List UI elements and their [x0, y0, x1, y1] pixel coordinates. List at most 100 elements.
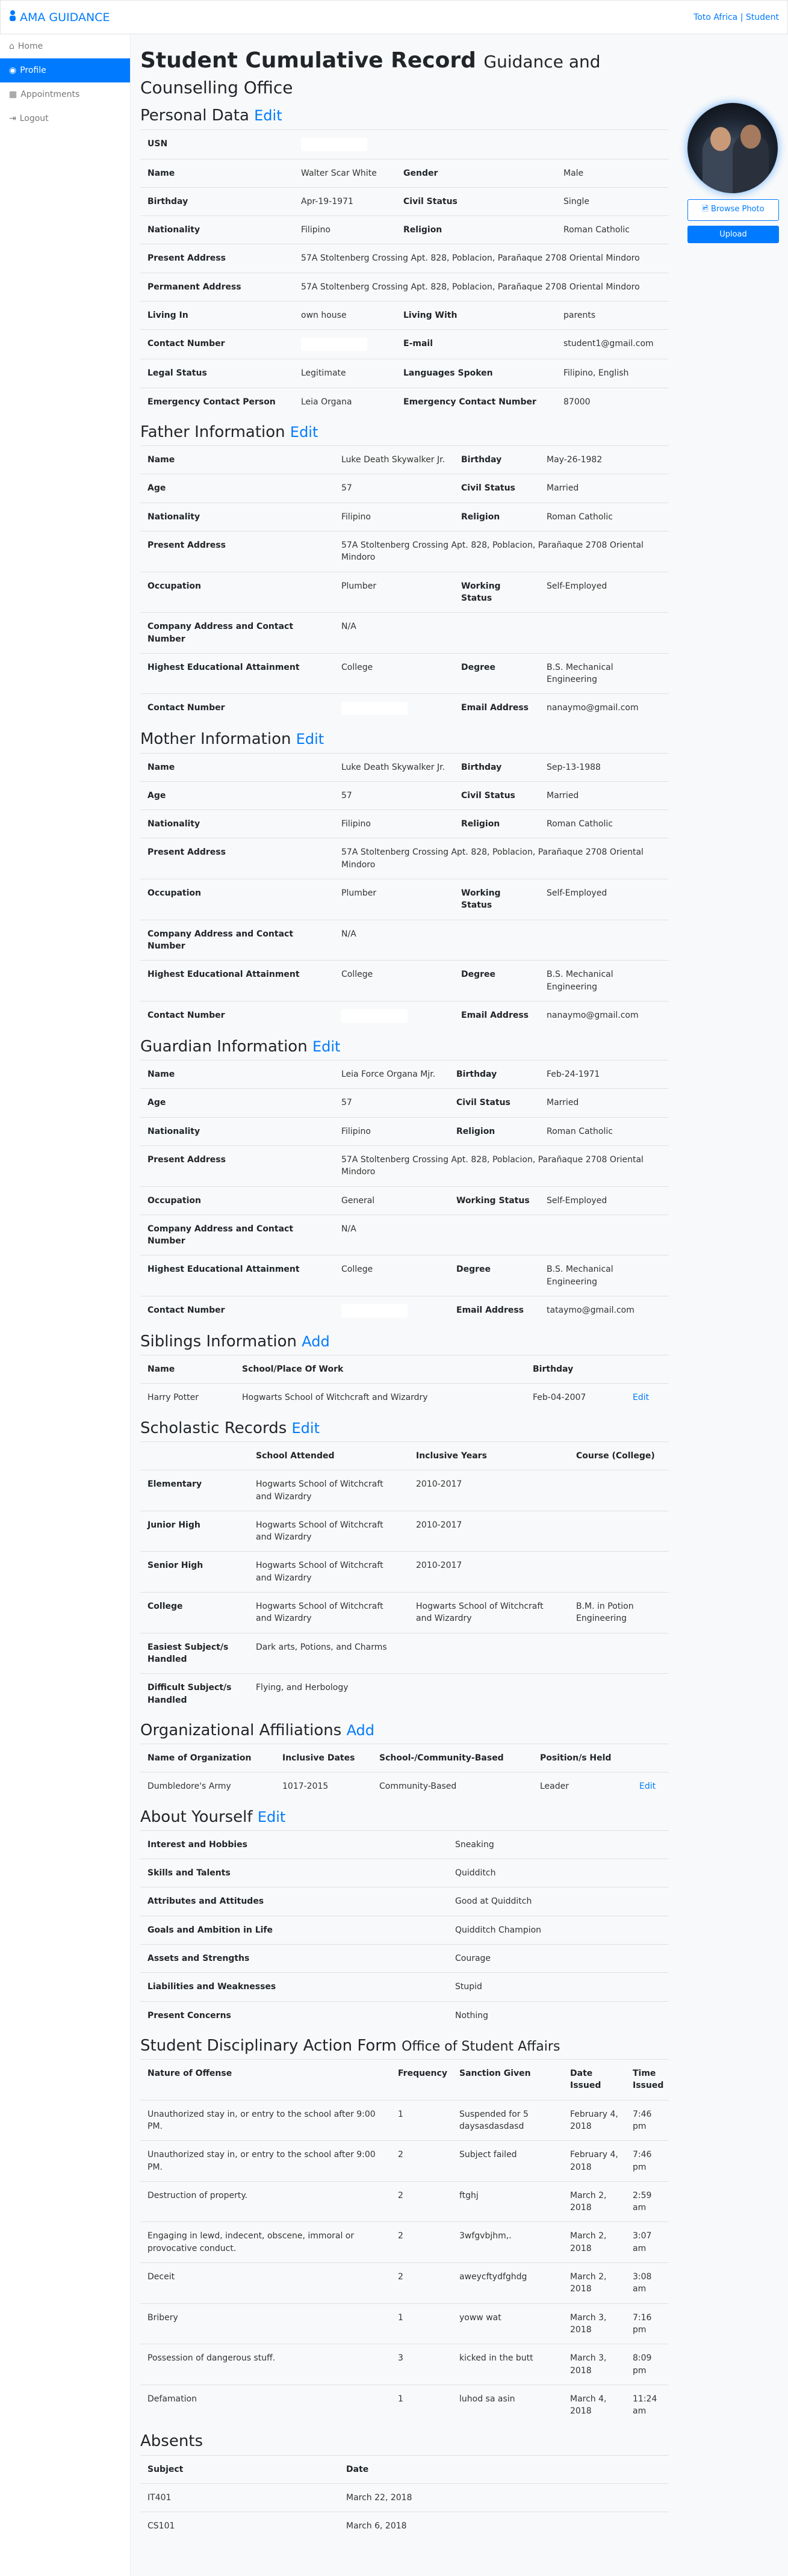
field-label: Degree	[449, 1255, 539, 1296]
field-value: Self-Employed	[539, 571, 669, 613]
siblings-column-header: Birthday	[526, 1355, 625, 1384]
cell: 2	[391, 2181, 452, 2222]
field-value: 57	[334, 781, 454, 810]
mother-row: Highest Educational Attainment College Deg…	[140, 960, 669, 1002]
affiliations-add-link[interactable]: Add	[347, 1722, 374, 1739]
field-value: Luke Death Skywalker Jr.	[334, 445, 454, 474]
siblings-column-header: School/Place Of Work	[235, 1355, 526, 1384]
sidebar-item-home[interactable]: ⌂ Home	[0, 34, 130, 58]
field-label: Contact Number	[140, 329, 294, 359]
cell: 2010-2017	[409, 1551, 569, 1593]
about-row: Liabilities and Weaknesses Stupid	[140, 1972, 669, 2002]
field-label: Occupation	[140, 1186, 334, 1215]
field-value: Apr-19-1971	[294, 187, 396, 216]
field-label: Nationality	[140, 502, 334, 531]
cell: Quidditch	[448, 1859, 669, 1887]
scholastic-edit-link[interactable]: Edit	[292, 1420, 320, 1437]
field-value: May-26-1982	[539, 445, 669, 474]
disciplinary-row: Engaging in lewd, indecent, obscene, imm…	[140, 2221, 669, 2263]
sidebar-item-profile[interactable]: ◉ Profile	[0, 58, 130, 82]
field-value: Married	[539, 474, 669, 503]
field-label: Name	[140, 158, 294, 188]
browse-photo-button[interactable]: 🖻 Browse Photo	[687, 199, 779, 221]
cell: 2010-2017	[409, 1470, 569, 1511]
cell: Sneaking	[448, 1830, 669, 1859]
personal-row: Nationality Filipino Religion Roman Catholi…	[140, 215, 669, 244]
field-label: Legal Status	[140, 359, 294, 388]
row-label: College	[140, 1592, 249, 1633]
field-label: Present Address	[140, 244, 294, 273]
field-label: Civil Status	[449, 1088, 539, 1118]
field-value: Single	[556, 187, 669, 216]
field-value: Plumber	[334, 879, 454, 920]
scholastic-column-header: Course (College)	[569, 1441, 669, 1470]
cell: Defamation	[140, 2384, 391, 2426]
about-heading: About Yourself Edit	[140, 1808, 669, 1827]
field-value: Male	[556, 158, 669, 188]
sidebar-item-logout[interactable]: ⇥ Logout	[0, 107, 130, 131]
field-label: Emergency Contact Number	[396, 387, 556, 416]
personal-edit-link[interactable]: Edit	[254, 107, 282, 124]
siblings-row: Harry Potter Hogwarts School of Witchcraf…	[140, 1383, 669, 1412]
field-value: N/A	[334, 612, 669, 654]
redacted-box	[341, 1304, 408, 1317]
about-edit-link[interactable]: Edit	[258, 1809, 285, 1825]
affiliations-column-header: Name of Organization	[140, 1744, 275, 1773]
scholastic-row: Easiest Subject/s Handled Dark arts, Poti…	[140, 1632, 669, 1674]
cell: Nothing	[448, 2001, 669, 2030]
affiliations-row: Dumbledore's Army 1017-2015 Community-Base…	[140, 1772, 669, 1801]
field-value: Feb-24-1971	[539, 1060, 669, 1089]
field-value: Luke Death Skywalker Jr.	[334, 752, 454, 782]
cell: 3	[391, 2344, 452, 2385]
field-label: Highest Educational Attainment	[140, 1255, 334, 1296]
sidebar-item-appointments[interactable]: ▦ Appointments	[0, 82, 130, 107]
field-value: Roman Catholic	[556, 215, 669, 244]
disciplinary-column-header: Date Issued	[563, 2059, 625, 2101]
field-label: Birthday	[449, 1060, 539, 1089]
cell	[409, 1632, 569, 1674]
field-value: Plumber	[334, 571, 454, 613]
cell: Unauthorized stay in, or entry to the sc…	[140, 2099, 391, 2141]
calendar-icon: ▦	[9, 90, 17, 99]
mother-row: Name Luke Death Skywalker Jr. Birthday Sep-…	[140, 752, 669, 782]
field-label: Religion	[454, 502, 539, 531]
field-value: nanaymo@gmail.com	[539, 1000, 669, 1030]
field-label: Highest Educational Attainment	[140, 960, 334, 1002]
siblings-add-link[interactable]: Add	[302, 1333, 329, 1350]
father-edit-link[interactable]: Edit	[290, 424, 318, 441]
redacted-box	[301, 338, 367, 351]
current-user-link[interactable]: Toto Africa | Student	[693, 13, 779, 22]
affiliations-title: Organizational Affiliations	[140, 1721, 342, 1739]
siblings-row-edit-link[interactable]: Edit	[633, 1393, 649, 1402]
field-value: Self-Employed	[539, 1186, 669, 1215]
field-label: Emergency Contact Person	[140, 387, 294, 416]
row-label: Goals and Ambition in Life	[140, 1915, 448, 1945]
personal-row: Permanent Address 57A Stoltenberg Crossin…	[140, 272, 669, 302]
upload-button[interactable]: Upload	[687, 226, 779, 243]
cell: 7:46 pm	[625, 2099, 669, 2141]
top-navbar: AMA GUIDANCE Toto Africa | Student	[0, 0, 788, 34]
field-label: Email Address	[454, 693, 539, 723]
scholastic-column-header: Inclusive Years	[409, 1441, 569, 1470]
father-row: Contact Number Email Address nanaymo@gmail…	[140, 693, 669, 723]
scholastic-row: College Hogwarts School of Witchcraft and…	[140, 1592, 669, 1633]
brand-link[interactable]: AMA GUIDANCE	[9, 10, 110, 24]
field-value: B.S. Mechanical Engineering	[539, 960, 669, 1002]
cell: 1017-2015	[275, 1772, 372, 1801]
mother-title: Mother Information	[140, 730, 291, 749]
cell: Community-Based	[372, 1772, 533, 1801]
cell: 7:46 pm	[625, 2140, 669, 2182]
cell: ftghj	[452, 2181, 563, 2222]
scholastic-row: Senior High Hogwarts School of Witchcraft…	[140, 1551, 669, 1593]
field-value: N/A	[334, 919, 669, 961]
field-value: tataymo@gmail.com	[539, 1296, 669, 1325]
browse-photo-label: Browse Photo	[711, 205, 765, 214]
field-label: USN	[140, 129, 294, 159]
cell: Destruction of property.	[140, 2181, 391, 2222]
cell: Courage	[448, 1943, 669, 1973]
row-label: Assets and Strengths	[140, 1943, 448, 1973]
mother-edit-link[interactable]: Edit	[296, 731, 324, 748]
guardian-edit-link[interactable]: Edit	[312, 1038, 340, 1055]
cell: 3wfgvbjhm,.	[452, 2221, 563, 2263]
affiliations-row-edit-link[interactable]: Edit	[639, 1782, 656, 1791]
